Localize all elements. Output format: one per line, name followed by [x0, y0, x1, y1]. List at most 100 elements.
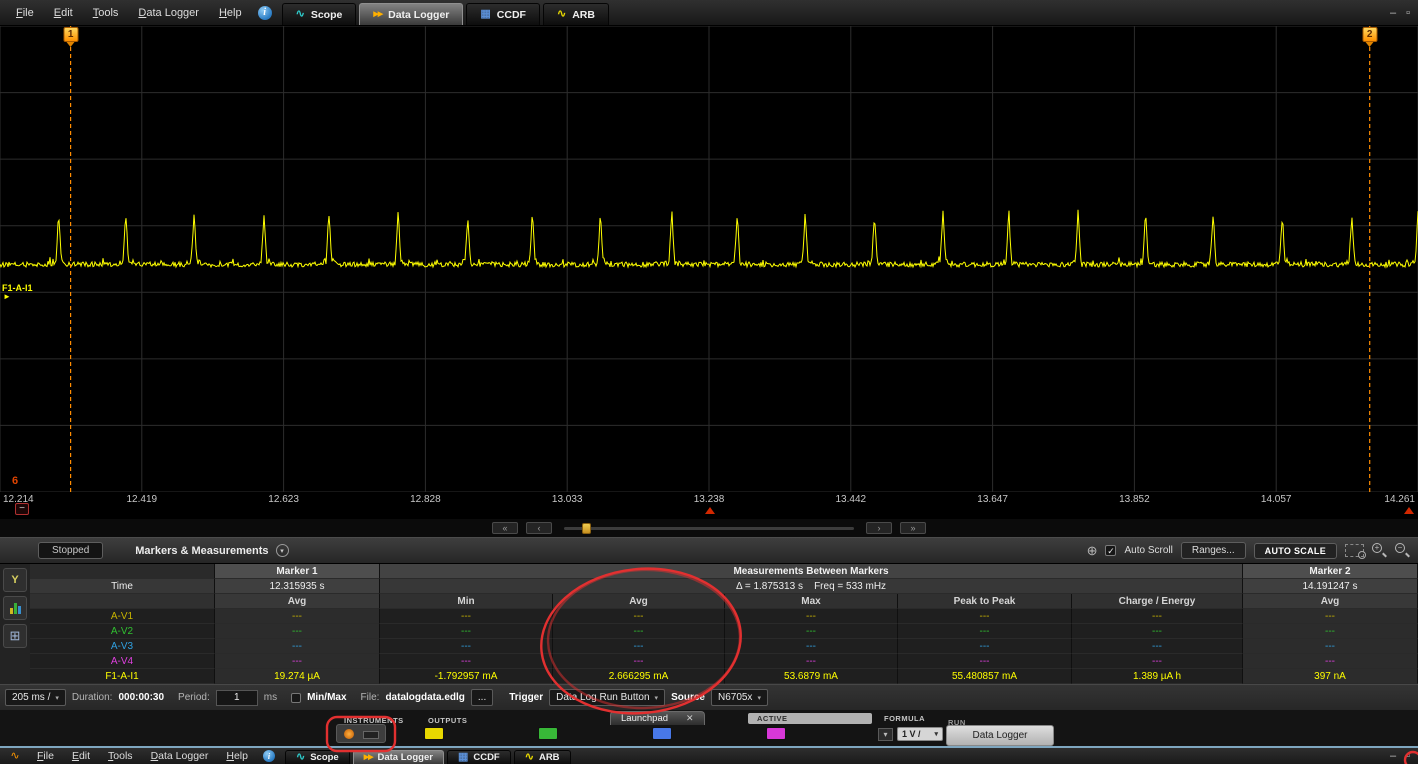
app-logo-icon: ∿ [10, 749, 20, 762]
zoom-out-icon[interactable]: − [1395, 543, 1410, 558]
menu-label-first-letter: E [53, 6, 62, 19]
background-instrument-window: INSTRUMENTS OUTPUTS Launchpad ✕ ACTIVE F… [0, 710, 1418, 746]
marker1-group-header: Marker 1 [215, 564, 380, 579]
tab-arb[interactable]: ∿ ARB [513, 750, 571, 764]
range-select[interactable]: 1 V / ▾ [897, 727, 943, 741]
x-tick-12.828: 12.828 [410, 494, 441, 505]
tab-arb[interactable]: ∿ ARB [542, 3, 609, 25]
menu-help[interactable]: Help [217, 750, 257, 762]
scroll-far-left-button[interactable]: « [492, 522, 518, 534]
menu-tools[interactable]: Tools [99, 750, 142, 762]
marker-flag-2[interactable]: 2 [1362, 27, 1378, 42]
scrollbar-handle[interactable] [582, 522, 591, 534]
instrument-icon[interactable] [336, 724, 386, 743]
minimize-button[interactable]: – [1390, 7, 1396, 19]
measurement-value: --- [898, 624, 1072, 639]
tab-data-logger[interactable]: ▶▶ Data Logger [352, 750, 444, 764]
column-header-peak-to-peak: Peak to Peak [898, 594, 1072, 609]
measurement-value: -1.792957 mA [380, 669, 553, 684]
minimize-button[interactable]: – [1390, 750, 1396, 762]
trigger-select[interactable]: Data Log Run Button ▾ [549, 689, 666, 706]
waveform-chart: F1-A-I1 ► 12.214 12.419 12.623 12.828 13.033… [0, 26, 1418, 519]
source-select[interactable]: N6705x ▾ [710, 689, 768, 706]
ranges-button[interactable]: Ranges... [1180, 542, 1246, 559]
output-chip-2[interactable] [538, 727, 558, 740]
tab-label: Data Logger [388, 8, 450, 21]
scrollbar-track[interactable] [564, 522, 854, 534]
view-selector-label: Markers & Measurements [135, 544, 269, 557]
left-toolbar: Y ⊞ [0, 564, 30, 684]
measurement-value: --- [1243, 609, 1418, 624]
signal-name-a-v2: A-V2 [30, 624, 215, 639]
scroll-end-indicator [1404, 507, 1414, 514]
pan-center-icon[interactable]: ⊕ [1087, 543, 1098, 559]
measurement-value: --- [1243, 654, 1418, 669]
browse-button[interactable]: ... [470, 689, 494, 706]
x-tick-14.261: 14.261 [1384, 494, 1415, 505]
between-markers-header: Measurements Between Markers [380, 564, 1243, 579]
sine-icon: ∿ [295, 751, 306, 763]
menu-edit[interactable]: Edit [44, 7, 83, 19]
markers-tool-button[interactable]: Y [3, 568, 27, 592]
tab-label: ARB [538, 752, 560, 763]
grid-view-button[interactable]: ⊞ [3, 624, 27, 648]
tab-ccdf[interactable]: ▦ CCDF [466, 3, 540, 25]
x-tick-13.442: 13.442 [835, 494, 867, 505]
menu-file[interactable]: File [28, 750, 63, 762]
menu-data-logger[interactable]: Data Logger [142, 750, 218, 762]
auto-scroll-checkbox[interactable]: ✓ [1105, 545, 1117, 556]
channel-select-icon[interactable]: ▾ [878, 728, 893, 741]
active-indicator: ACTIVE [748, 713, 872, 724]
measurements-table: Marker 1 Measurements Between Markers Mark… [30, 564, 1418, 684]
info-icon[interactable]: i [262, 750, 275, 762]
column-header-min: Min [380, 594, 553, 609]
menu-edit[interactable]: Edit [63, 750, 99, 762]
measurement-value: 397 nA [1243, 669, 1418, 684]
zoom-out-axis-button[interactable]: − [15, 503, 29, 515]
menu-file[interactable]: File [6, 7, 44, 19]
menu-data-logger[interactable]: Data Logger [128, 7, 209, 19]
view-selector[interactable]: Markers & Measurements ▾ [135, 544, 289, 557]
scroll-right-button[interactable]: › [866, 522, 892, 534]
maximize-button[interactable]: ▫ [1406, 7, 1410, 19]
zoom-in-icon[interactable]: + [1372, 543, 1387, 558]
output-chip-3[interactable] [652, 727, 672, 740]
measurement-value: --- [898, 654, 1072, 669]
waveform-plot[interactable] [0, 26, 1418, 492]
menu-label-first-letter: F [37, 750, 44, 762]
output-chip-4[interactable] [766, 727, 786, 740]
measurement-value: --- [215, 609, 380, 624]
tab-ccdf[interactable]: ▦ CCDF [446, 750, 511, 764]
arb-icon: ∿ [556, 8, 567, 20]
info-icon[interactable]: i [257, 5, 272, 20]
measurement-value: --- [1072, 654, 1243, 669]
tab-scope[interactable]: ∿ Scope [281, 3, 357, 25]
measurement-value: 1.389 µA h [1072, 669, 1243, 684]
menu-help[interactable]: Help [209, 7, 252, 19]
tab-data-logger[interactable]: ▶▶ Data Logger [359, 3, 464, 25]
scroll-left-button[interactable]: ‹ [526, 522, 552, 534]
auto-scale-button[interactable]: AUTO SCALE [1253, 542, 1337, 559]
output-chip-1[interactable] [424, 727, 444, 740]
measurement-value: --- [380, 654, 553, 669]
datalogger-run-button[interactable]: Data Logger [946, 725, 1054, 746]
minmax-checkbox[interactable] [291, 692, 302, 703]
measurement-value: --- [1072, 609, 1243, 624]
menu-label-first-letter: D [150, 750, 159, 762]
timebase-select[interactable]: 205 ms / ▾ [5, 689, 66, 706]
zoom-region-icon[interactable] [1345, 544, 1366, 559]
period-input[interactable] [215, 689, 258, 706]
launchpad-tab[interactable]: Launchpad ✕ [610, 711, 705, 725]
signal-name-a-v4: A-V4 [30, 654, 215, 669]
measurement-value: --- [215, 654, 380, 669]
close-icon[interactable]: ✕ [686, 713, 694, 724]
run-state-button[interactable]: Stopped [38, 542, 104, 559]
tab-scope[interactable]: ∿ Scope [284, 750, 350, 764]
marker-flag-1[interactable]: 1 [63, 27, 79, 42]
measurements-tool-button[interactable] [3, 596, 27, 620]
scroll-far-right-button[interactable]: » [900, 522, 926, 534]
maximize-button[interactable]: ▫ [1406, 750, 1410, 762]
tab-label: CCDF [473, 752, 500, 763]
menu-tools[interactable]: Tools [83, 7, 129, 19]
measurement-value: --- [898, 639, 1072, 654]
